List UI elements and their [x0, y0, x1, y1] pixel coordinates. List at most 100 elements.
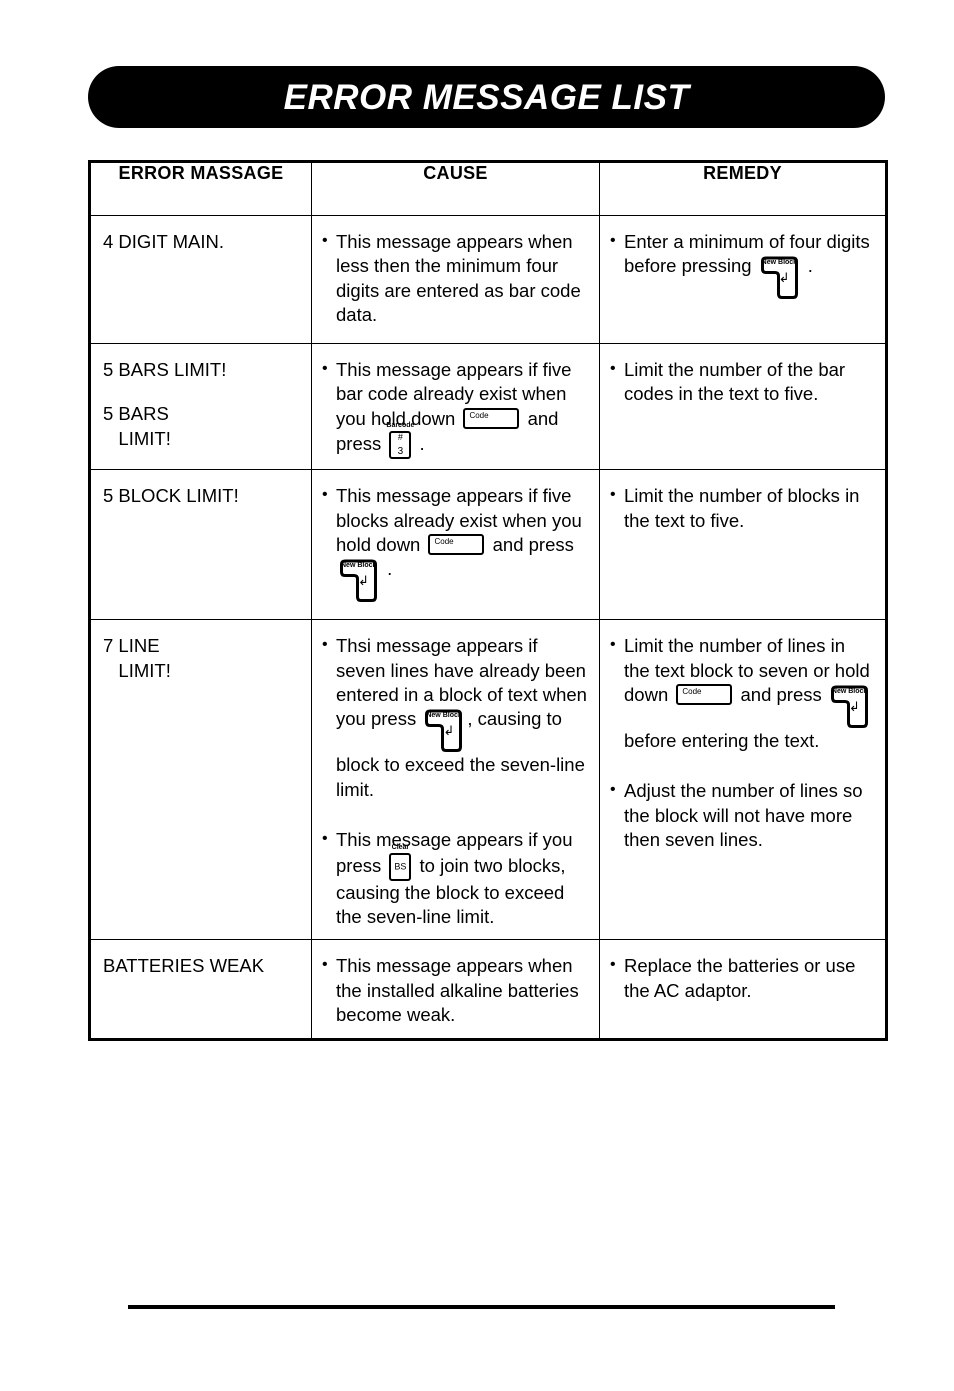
- cause-cell-content: • This message appears if five blocks alr…: [312, 470, 599, 613]
- code-key-icon: Code: [463, 407, 520, 429]
- text-run: Adjust the number of lines so the block …: [624, 780, 863, 851]
- bullet-dot-icon: •: [322, 486, 328, 504]
- bullet-text: Replace the batteries or use the AC adap…: [624, 954, 875, 1003]
- cause-cell-content: • Thsi message appears if seven lines hav…: [312, 620, 599, 939]
- bullet-item: • This message appears if you press Clear…: [322, 828, 589, 929]
- enter-arrow-icon: ↲: [358, 573, 369, 589]
- enter-arrow-icon: ↲: [778, 270, 790, 286]
- page-title-banner: ERROR MESSAGE LIST: [88, 66, 885, 128]
- new-block-key-label: New Block: [831, 687, 868, 695]
- bullet-dot-icon: •: [322, 360, 328, 377]
- error-message-line: 7 LINE: [103, 635, 160, 657]
- error-message-line: LIMIT!: [103, 427, 171, 449]
- page-title: ERROR MESSAGE LIST: [283, 77, 690, 117]
- footer-divider: [128, 1305, 835, 1309]
- bullet-text: This message appears if five blocks alre…: [336, 484, 589, 603]
- table-header-row: ERROR MASSAGE CAUSE REMEDY: [89, 161, 887, 216]
- remedy-cell-content: • Limit the number of blocks in the text …: [600, 470, 885, 543]
- bullet-text: Limit the number of the bar codes in the…: [624, 358, 875, 407]
- cause-cell-content: • This message appears when the installed…: [312, 940, 599, 1037]
- barcode-key-icon-upper-label: #: [397, 432, 403, 443]
- error-message-line: 5 BARS: [103, 403, 169, 425]
- clear-bs-key-icon-top-label: Clear: [391, 843, 410, 851]
- new-block-key-icon: New Block ↲: [338, 559, 380, 603]
- cause-cell: • Thsi message appears if seven lines hav…: [311, 619, 600, 941]
- new-block-key-label: New Block: [341, 561, 377, 569]
- code-key-icon: Code: [428, 534, 485, 556]
- text-run: and press: [735, 684, 827, 706]
- enter-arrow-icon: ↲: [848, 699, 860, 715]
- text-run: Limit the number of the bar codes in the…: [624, 359, 846, 405]
- bullet-text: Enter a minimum of four digits before pr…: [624, 230, 875, 300]
- bullet-dot-icon: •: [322, 636, 328, 654]
- bullet-dot-icon: •: [610, 232, 616, 249]
- table-header: ERROR MASSAGE CAUSE REMEDY: [89, 161, 887, 216]
- table-row: 5 BARS LIMIT! 5 BARS LIMIT! • This message …: [89, 342, 887, 471]
- barcode-key-icon-lower-label: 3: [397, 446, 404, 458]
- error-message-table: ERROR MASSAGE CAUSE REMEDY 4 DIGIT MAIN.…: [88, 160, 888, 1041]
- remedy-cell: • Enter a minimum of four digits before p…: [599, 215, 887, 344]
- bullet-item: • Limit the number of blocks in the text …: [610, 484, 875, 533]
- enter-arrow-icon: ↲: [443, 723, 455, 739]
- error-message-cell: 5 BLOCK LIMIT!: [89, 469, 312, 621]
- text-run: .: [802, 255, 813, 277]
- bullet-text: Limit the number of lines in the text bl…: [624, 634, 875, 753]
- text-run: Limit the number of blocks in the text t…: [624, 485, 860, 531]
- bullet-item: • This message appears when less then the…: [322, 230, 589, 328]
- column-header-error-message: ERROR MASSAGE: [89, 161, 312, 216]
- code-key-label: Code: [469, 410, 489, 420]
- cause-cell-content: • This message appears when less then the…: [312, 216, 599, 338]
- text-run: This message appears when the installed …: [336, 955, 579, 1026]
- text-run: .: [382, 558, 393, 580]
- bullet-dot-icon: •: [322, 956, 328, 974]
- bullet-item: • This message appears when the installed…: [322, 954, 589, 1027]
- error-message-cell: 5 BARS LIMIT! 5 BARS LIMIT!: [89, 342, 312, 471]
- bullet-dot-icon: •: [322, 830, 328, 848]
- bullet-text: This message appears if you press Clear B…: [336, 828, 589, 929]
- new-block-key-label: New Block: [426, 711, 462, 719]
- cause-cell: • This message appears if five bar code a…: [311, 342, 600, 471]
- remedy-cell: • Replace the batteries or use the AC ada…: [599, 939, 887, 1040]
- new-block-key-icon: New Block ↲: [423, 709, 465, 753]
- bullet-dot-icon: •: [322, 232, 328, 249]
- bullet-dot-icon: •: [610, 781, 616, 799]
- bullet-text: Adjust the number of lines so the block …: [624, 779, 875, 852]
- remedy-cell: • Limit the number of the bar codes in th…: [599, 342, 887, 471]
- column-header-remedy: REMEDY: [599, 161, 887, 216]
- error-message-content: BATTERIES WEAK: [91, 940, 311, 988]
- table-row: BATTERIES WEAK • This message appears when…: [89, 939, 887, 1040]
- bullet-item: • Thsi message appears if seven lines hav…: [322, 634, 589, 802]
- bullet-dot-icon: •: [610, 486, 616, 504]
- table-row: 5 BLOCK LIMIT! • This message appears if f…: [89, 469, 887, 621]
- error-message-content: 7 LINE LIMIT!: [91, 620, 311, 693]
- remedy-cell: • Limit the number of blocks in the text …: [599, 469, 887, 621]
- remedy-cell: • Limit the number of lines in the text b…: [599, 619, 887, 941]
- bullet-item: • This message appears if five blocks alr…: [322, 484, 589, 603]
- bullet-dot-icon: •: [610, 636, 616, 654]
- table-row: 7 LINE LIMIT! • Thsi message appears if se…: [89, 619, 887, 941]
- error-message-line: 5 BARS LIMIT!: [103, 359, 227, 380]
- bullet-text: This message appears when less then the …: [336, 230, 589, 328]
- barcode-key-icon: Barcode #3: [386, 422, 414, 460]
- remedy-cell-content: • Enter a minimum of four digits before p…: [600, 216, 885, 310]
- cause-cell: • This message appears if five blocks alr…: [311, 469, 600, 621]
- error-message-line: BATTERIES WEAK: [103, 955, 265, 977]
- column-header-cause: CAUSE: [311, 161, 600, 216]
- text-run: and press: [487, 534, 574, 556]
- error-message-line: 5 BLOCK LIMIT!: [103, 485, 239, 507]
- remedy-cell-content: • Limit the number of lines in the text b…: [600, 620, 885, 862]
- error-message-content: 5 BLOCK LIMIT!: [91, 470, 311, 518]
- code-key-label: Code: [434, 537, 454, 547]
- bullet-item: • Adjust the number of lines so the block…: [610, 779, 875, 852]
- bullet-dot-icon: •: [610, 956, 616, 974]
- bullet-text: This message appears when the installed …: [336, 954, 589, 1027]
- table-row: 4 DIGIT MAIN. • This message appears when …: [89, 215, 887, 344]
- cause-cell: • This message appears when the installed…: [311, 939, 600, 1040]
- new-block-key-icon: New Block ↲: [829, 685, 871, 729]
- clear-bs-key-icon: Clear BS: [389, 844, 412, 881]
- error-message-content: 5 BARS LIMIT! 5 BARS LIMIT!: [91, 344, 311, 461]
- error-message-cell: 4 DIGIT MAIN.: [89, 215, 312, 344]
- bullet-dot-icon: •: [610, 360, 616, 377]
- new-block-key-icon: New Block ↲: [759, 256, 801, 300]
